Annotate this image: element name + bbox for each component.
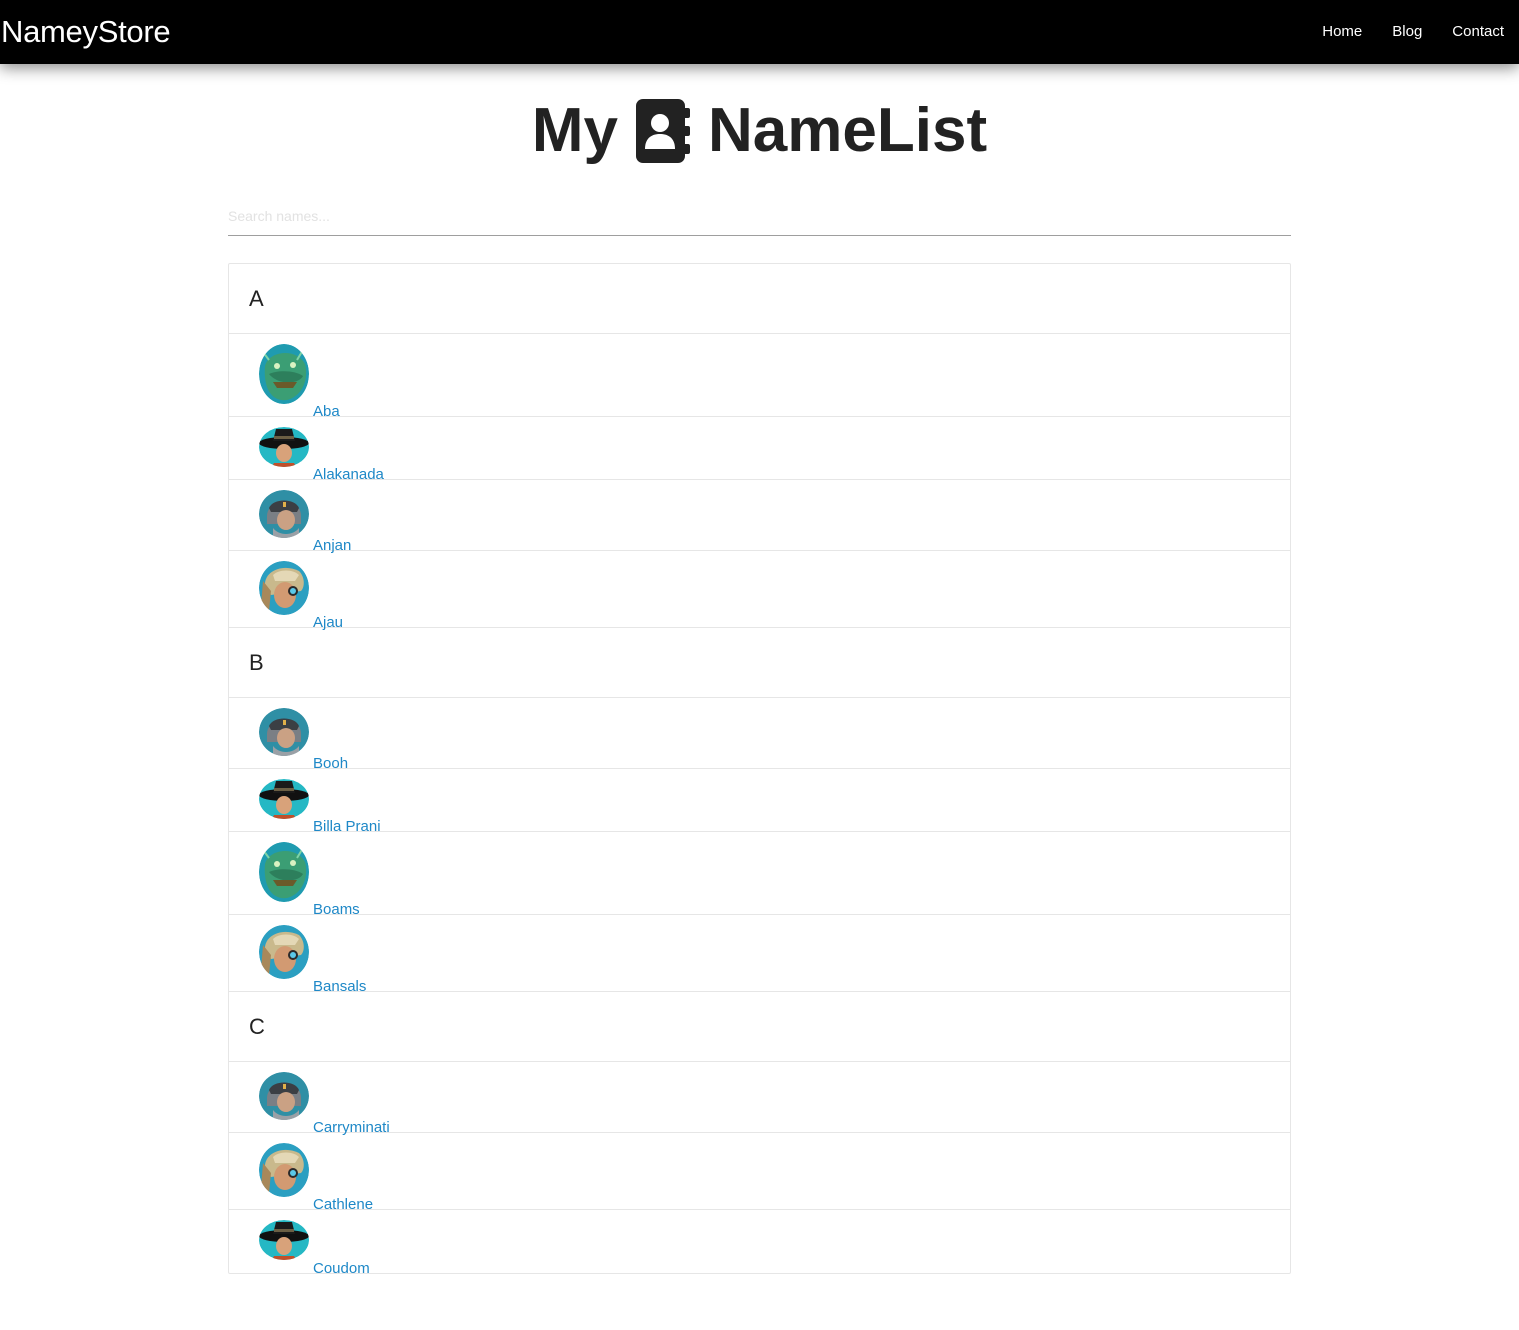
list-item[interactable]: Booh bbox=[229, 698, 1290, 772]
gold-helmet-avatar bbox=[259, 1143, 309, 1197]
name-link-coudom[interactable]: Coudom bbox=[313, 1260, 370, 1278]
brand-logo-text[interactable]: NameyStore bbox=[1, 14, 171, 50]
list-item[interactable]: Anjan bbox=[229, 480, 1290, 554]
list-item[interactable]: Ajau bbox=[229, 551, 1290, 631]
address-book-icon bbox=[634, 99, 692, 163]
page-title: My NameList bbox=[0, 92, 1519, 170]
list-item[interactable]: Billa Prani bbox=[229, 769, 1290, 835]
name-link-ajau[interactable]: Ajau bbox=[313, 614, 343, 632]
list-item[interactable]: Aba bbox=[229, 334, 1290, 420]
group-header-a: A bbox=[229, 264, 1290, 334]
page-title-prefix: My bbox=[531, 96, 619, 165]
search-bar bbox=[228, 196, 1291, 236]
list-item[interactable]: Boams bbox=[229, 832, 1290, 918]
gray-helmet-avatar bbox=[259, 1072, 309, 1120]
green-reptile-avatar bbox=[259, 842, 309, 902]
gold-helmet-avatar bbox=[259, 925, 309, 979]
list-item[interactable]: Cathlene bbox=[229, 1133, 1290, 1213]
nav-link-blog[interactable]: Blog bbox=[1392, 22, 1422, 42]
name-link-bansals[interactable]: Bansals bbox=[313, 978, 366, 996]
black-hat-avatar bbox=[259, 779, 309, 819]
nav-links: Home Blog Contact bbox=[1322, 22, 1504, 42]
list-item[interactable]: Coudom bbox=[229, 1210, 1290, 1277]
list-item[interactable]: Alakanada bbox=[229, 417, 1290, 483]
green-reptile-avatar bbox=[259, 344, 309, 404]
top-navbar: NameyStore Home Blog Contact bbox=[0, 0, 1519, 64]
gray-helmet-avatar bbox=[259, 490, 309, 538]
group-header-c: C bbox=[229, 992, 1290, 1062]
list-item[interactable]: Carryminati bbox=[229, 1062, 1290, 1136]
group-header-b: B bbox=[229, 628, 1290, 698]
nav-link-contact[interactable]: Contact bbox=[1452, 22, 1504, 42]
black-hat-avatar bbox=[259, 1220, 309, 1260]
search-input[interactable] bbox=[228, 196, 1291, 236]
page-title-suffix: NameList bbox=[708, 96, 988, 165]
name-list: A Aba Alakanada Anjan Ajau B Booh Billa … bbox=[228, 263, 1291, 1277]
nav-link-home[interactable]: Home bbox=[1322, 22, 1362, 42]
black-hat-avatar bbox=[259, 427, 309, 467]
list-item[interactable]: Bansals bbox=[229, 915, 1290, 995]
gold-helmet-avatar bbox=[259, 561, 309, 615]
gray-helmet-avatar bbox=[259, 708, 309, 756]
